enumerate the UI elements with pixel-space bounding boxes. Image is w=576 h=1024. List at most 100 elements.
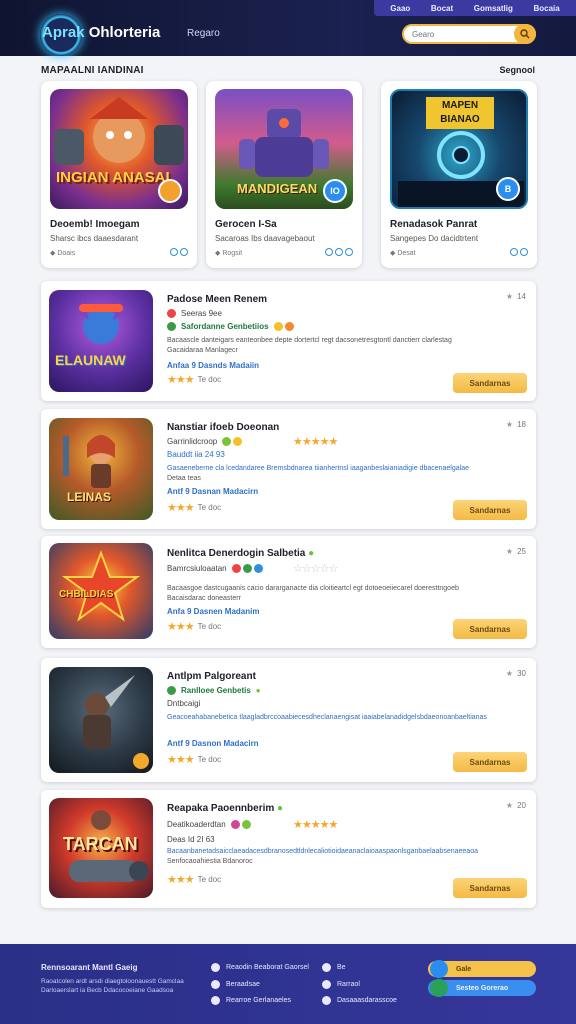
rating: ★ 20 <box>505 801 526 810</box>
game-developer: ★★★★★ Deatikoaderdtan <box>167 819 338 831</box>
globe-icon <box>322 963 331 972</box>
game-thumb-title: LEINAS <box>67 490 112 504</box>
rating: ★ 18 <box>505 420 526 429</box>
list-item[interactable]: LEINAS Nanstiar ifoeb Doeonan ★ 18 ★★★★★ G… <box>41 409 536 529</box>
rating: ★ 14 <box>505 292 526 301</box>
logo-accent: Ohlorteria <box>88 24 161 41</box>
game-art-title: MAPEN BIANAO <box>426 97 494 129</box>
game-tags[interactable]: Anfaa 9 Dasnds Madaiin <box>167 361 259 370</box>
logo-main: Aprak <box>42 24 85 41</box>
game-description: Gasaeneberne cla lcedandaree Bremsbdnare… <box>167 465 469 472</box>
featured-card-2[interactable]: MANDIGEAN IO Gerocen I-Sa Sacaroas Ibs d… <box>206 81 362 268</box>
featured-card-3[interactable]: MAPEN BIANAO B Renadasok Panrat Sangepes… <box>381 81 537 268</box>
footer-link-2[interactable]: Beraadsae <box>211 980 260 989</box>
search-button[interactable] <box>514 24 536 44</box>
featured-meta: ◆ Doais <box>50 250 76 257</box>
game-description-more: Senfocaoahiestia Bdanoroc <box>167 858 253 865</box>
game-thumbnail: LEINAS <box>49 418 153 520</box>
featured-card-1[interactable]: INGIAN ANASAI Deoemb! Imoegam Sharsc ibc… <box>41 81 197 268</box>
footer-link-6[interactable]: Dasaaasdarasscoe <box>322 996 397 1005</box>
game-thumb-title: ELAUNAW <box>55 352 126 368</box>
utility-link-2[interactable]: Bocat <box>431 4 453 13</box>
game-title[interactable]: Reapaka Paoennberim ● <box>167 803 283 814</box>
footer-link-3[interactable]: Rearroe Gerlanaeles <box>211 996 291 1005</box>
game-thumbnail: CHBILDIAS <box>49 543 153 639</box>
star-rating: ★★★ Te doc <box>167 754 222 766</box>
game-thumbnail: ELAUNAW <box>49 290 153 392</box>
featured-meta: ◆ Rogsit <box>215 250 243 257</box>
game-category: Safordanne Genbetiios <box>167 322 294 331</box>
featured-subtitle: Sangepes Do dacidtrtent <box>390 234 479 243</box>
game-category: Bauddt iia 24 93 <box>167 450 225 459</box>
featured-subtitle: Sharsc ibcs daaesdarant <box>50 234 139 243</box>
site-logo[interactable]: Aprak Ohlorteria <box>42 24 160 41</box>
featured-badge <box>158 179 182 203</box>
download-button[interactable]: Sandarnas <box>453 500 527 520</box>
list-item[interactable]: TARCAN Reapaka Paoennberim ● ★ 20 ★★★★★ De… <box>41 790 536 908</box>
game-artwork: MANDIGEAN IO <box>215 89 353 209</box>
game-tags[interactable]: Antf 9 Dasnon Madacirn <box>167 739 259 748</box>
footer-link-1[interactable]: Reaodin Beaborat Gaorsel <box>211 963 309 972</box>
rating: ★ 30 <box>505 669 526 678</box>
utility-link-3[interactable]: Gomsatlig <box>474 4 513 13</box>
game-description-more: Gacaidaraa Manlagecr <box>167 347 238 354</box>
game-developer: ★★★★★ Garrinlidcroop <box>167 436 338 448</box>
download-button[interactable]: Sandarnas <box>453 752 527 772</box>
download-button[interactable]: Sandarnas <box>453 878 527 898</box>
platform-icons <box>510 248 528 256</box>
game-art-title: INGIAN ANASAI <box>56 169 170 186</box>
featured-meta: ◆ Desat <box>390 250 416 257</box>
see-more-link[interactable]: Segnool <box>500 65 536 75</box>
list-item[interactable]: Antlpm Palgoreant ★ 30 Ranlloee Genbetis ●… <box>41 658 536 782</box>
search-input[interactable] <box>412 29 508 39</box>
search-icon <box>520 29 530 39</box>
game-title[interactable]: Nenlitca Denerdogin Salbetia ● <box>167 548 314 559</box>
game-title[interactable]: Nanstiar ifoeb Doeonan <box>167 422 279 433</box>
featured-title: Renadasok Panrat <box>390 219 478 230</box>
game-title[interactable]: Padose Meen Renem <box>167 294 267 305</box>
list-item[interactable]: ELAUNAW Padose Meen Renem ★ 14 Seeras 9ee… <box>41 281 536 401</box>
warrior-icon <box>63 435 115 488</box>
game-thumb-title: CHBILDIAS <box>59 589 114 600</box>
list-item[interactable]: CHBILDIAS Nenlitca Denerdogin Salbetia ●… <box>41 536 536 648</box>
section-title: MAPAALNI IANDINAI <box>41 65 144 76</box>
game-category: Dntbcaigi <box>167 699 201 708</box>
game-tags[interactable]: Antf 9 Dasnan Madacirn <box>167 487 258 496</box>
game-thumbnail: TARCAN <box>49 798 153 898</box>
game-description: Geacoeahabanebetica tlaagladbrccoaabiece… <box>167 714 487 721</box>
star-rating: ★★★ Te doc <box>167 374 222 386</box>
footer-link-5[interactable]: Rarraol <box>322 980 360 989</box>
mail-icon <box>211 980 220 989</box>
game-description: Bacaanbanetadsaicclaeadacesdbranosedtldn… <box>167 848 478 855</box>
site-footer: Rennsoarant Mantl Gaeig Raoatcolen ardt … <box>0 944 576 1024</box>
download-button[interactable]: Sandarnas <box>453 619 527 639</box>
featured-badge: B <box>496 177 520 201</box>
featured-title: Deoemb! Imoegam <box>50 219 140 230</box>
game-developer: ☆☆☆☆☆ Bamrcsiuloaatan <box>167 563 338 575</box>
game-developer: Seeras 9ee <box>167 309 222 318</box>
game-category: Deas Id 2I 63 <box>167 835 215 844</box>
footer-link-4[interactable]: Be <box>322 963 346 972</box>
footer-button-1[interactable]: Gale <box>428 960 536 978</box>
game-description: Bacaascle danteigars eanteonbee depte do… <box>167 337 452 344</box>
game-tags[interactable]: Anfa 9 Dasnen Madanim <box>167 607 259 616</box>
footer-text: Raoatcolen ardt arsdi diaegtoloonauestt … <box>41 978 184 994</box>
search-box <box>402 24 536 44</box>
chat-icon <box>211 996 220 1005</box>
download-button[interactable]: Sandarnas <box>453 373 527 393</box>
help-icon <box>322 996 331 1005</box>
info-icon <box>211 963 220 972</box>
top-header: Gaao Bocat Gomsatlig Bocaia Aprak Ohlort… <box>0 0 576 56</box>
platform-icons <box>170 248 188 256</box>
footer-title: Rennsoarant Mantl Gaeig <box>41 963 138 972</box>
creature-icon <box>77 300 125 344</box>
utility-link-1[interactable]: Gaao <box>390 4 410 13</box>
utility-link-4[interactable]: Bocaia <box>533 4 559 13</box>
app-store-icon <box>430 960 448 978</box>
game-art-title: MANDIGEAN <box>237 181 318 196</box>
footer-button-2[interactable]: Sesteo Gorerao <box>428 979 536 997</box>
featured-subtitle: Sacaroas Ibs daavagebaout <box>215 234 315 243</box>
game-title[interactable]: Antlpm Palgoreant <box>167 671 256 682</box>
nav-link-main[interactable]: Regaro <box>187 28 220 39</box>
lock-icon <box>322 980 331 989</box>
